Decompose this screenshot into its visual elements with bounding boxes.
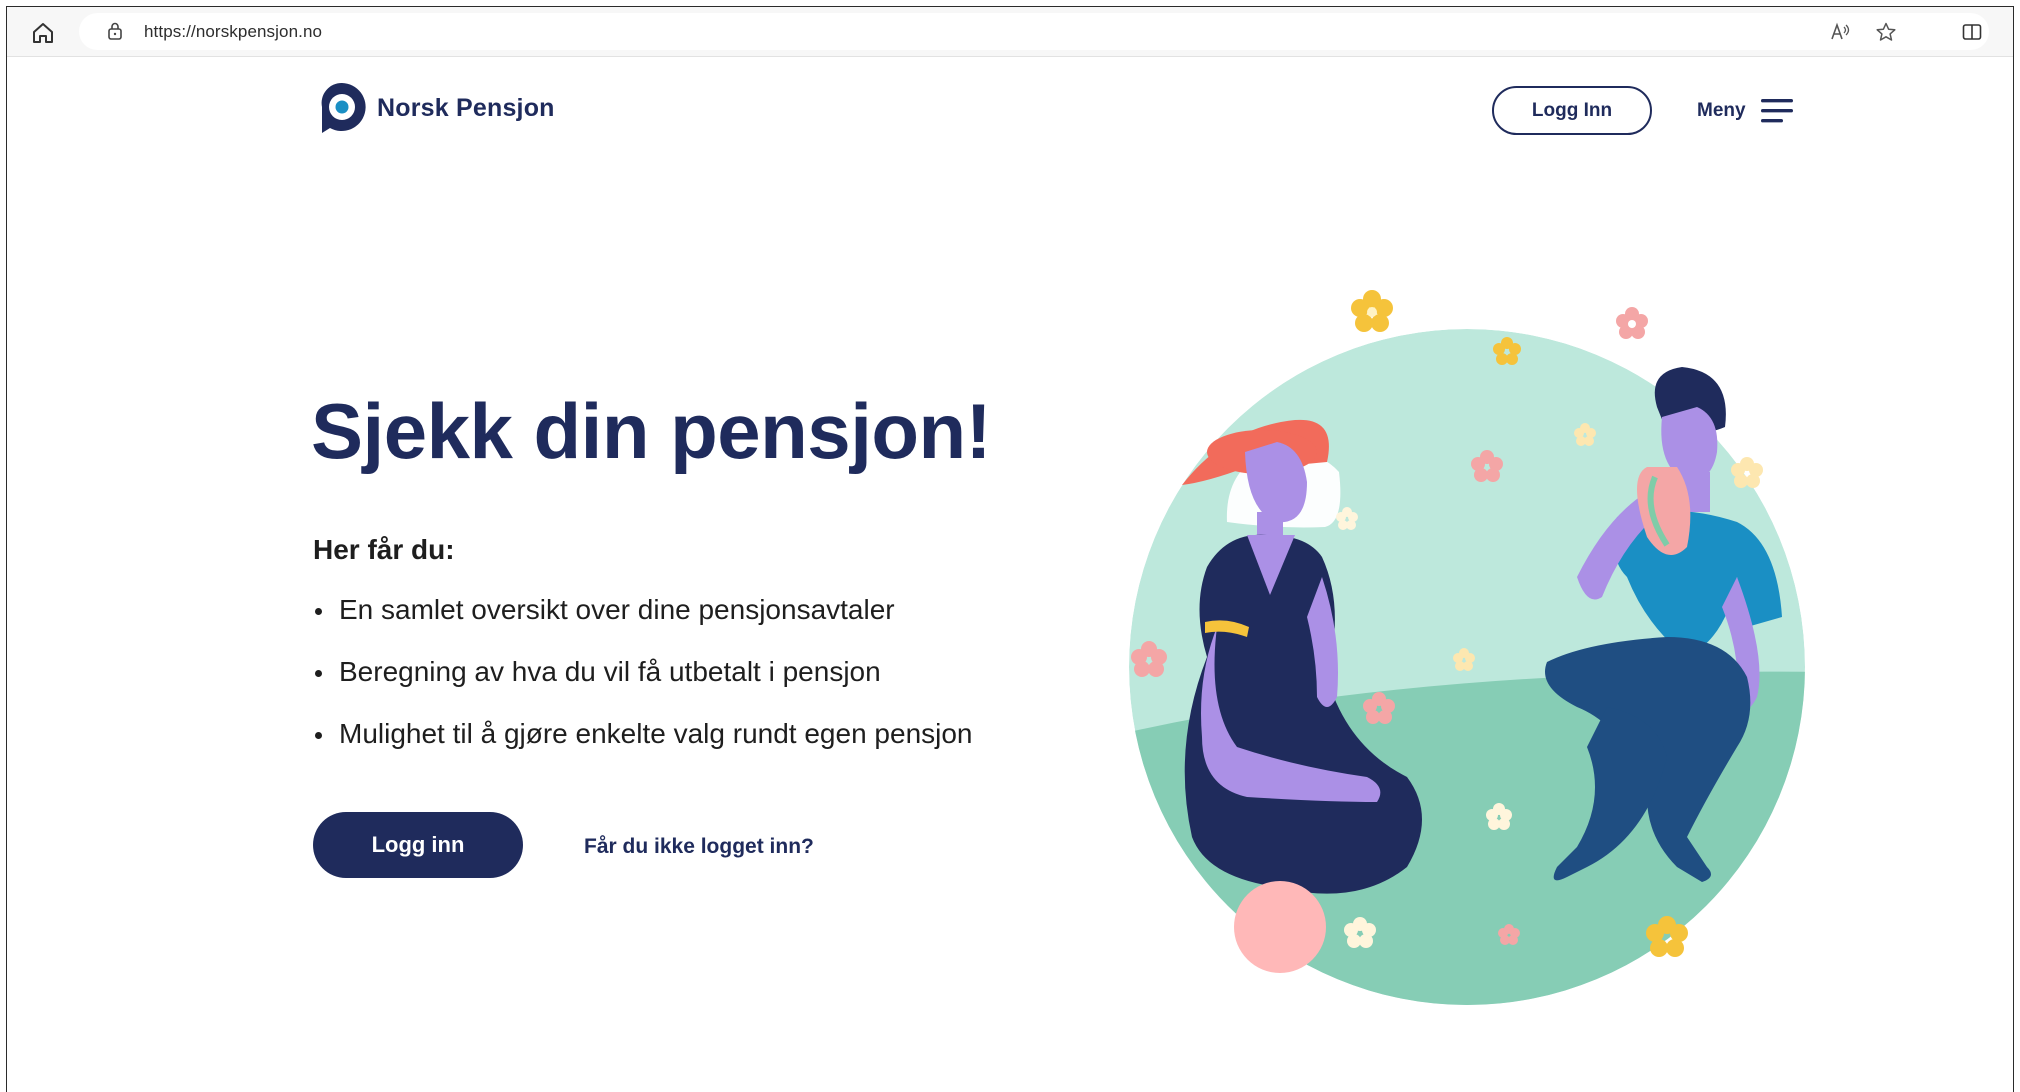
benefits-list: En samlet oversikt over dine pensjonsavt… (313, 592, 973, 778)
browser-toolbar: https://norskpensjon.no (7, 7, 2013, 57)
hero-illustration (1129, 290, 1805, 1005)
lock-icon[interactable] (105, 21, 125, 41)
address-bar[interactable]: https://norskpensjon.no (79, 13, 1989, 50)
benefit-item: En samlet oversikt over dine pensjonsavt… (313, 592, 973, 654)
benefits-heading: Her får du: (313, 534, 455, 565)
menu-label: Meny (1697, 100, 1746, 121)
home-icon[interactable] (29, 19, 57, 47)
menu-button[interactable]: Meny (1697, 93, 1793, 129)
favorite-star-icon[interactable] (1875, 21, 1897, 43)
benefit-item: Mulighet til å gjøre enkelte valg rundt … (313, 716, 973, 778)
benefit-item: Beregning av hva du vil få utbetalt i pe… (313, 654, 973, 716)
split-screen-icon[interactable] (1961, 21, 1983, 43)
site-logo[interactable]: Norsk Pensjon (316, 81, 555, 135)
hero-title: Sjekk din pensjon! (311, 387, 992, 475)
norsk-pensjon-logo-icon (321, 82, 366, 133)
header-login-button[interactable]: Logg Inn (1492, 86, 1652, 135)
read-aloud-icon[interactable] (1829, 21, 1851, 43)
hamburger-menu-icon (1760, 99, 1793, 123)
ball (1234, 881, 1326, 973)
browser-window: https://norskpensjon.no Norsk Pensjon Lo… (6, 6, 2014, 1092)
url-text[interactable]: https://norskpensjon.no (144, 22, 322, 42)
login-button[interactable]: Logg inn (313, 812, 523, 878)
brand-name: Norsk Pensjon (377, 93, 555, 122)
login-help-link[interactable]: Får du ikke logget inn? (584, 835, 814, 859)
